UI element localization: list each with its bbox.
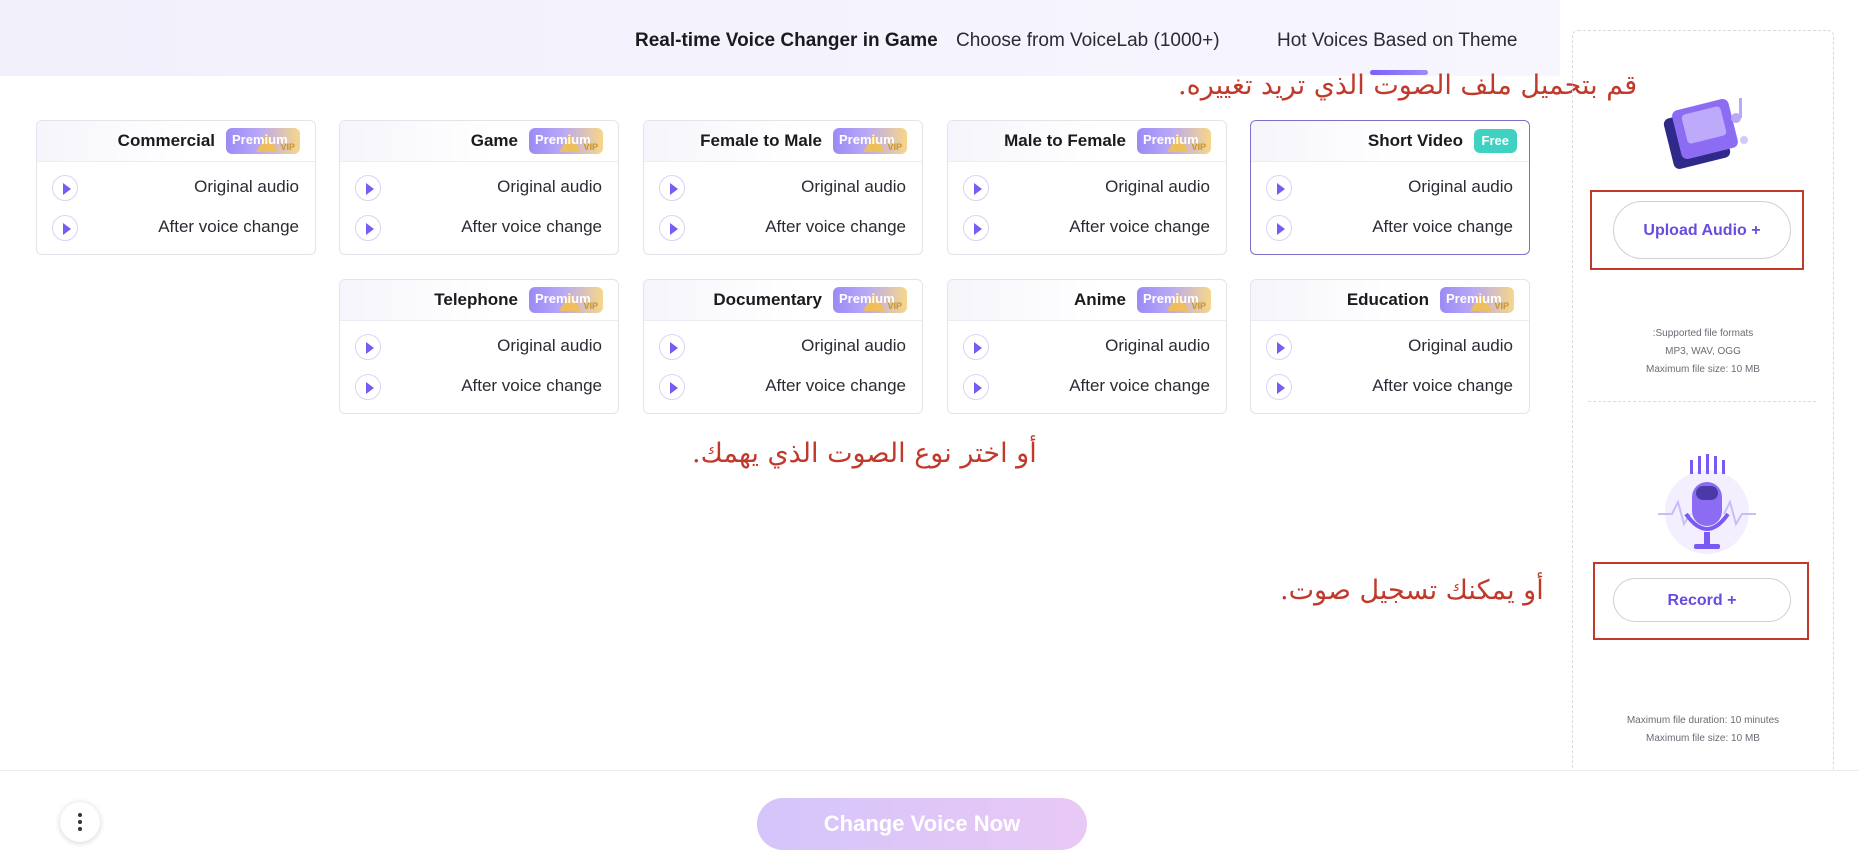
original-audio-row[interactable]: Original audio (644, 330, 922, 364)
original-audio-row[interactable]: Original audio (37, 171, 315, 205)
play-icon[interactable] (355, 334, 381, 360)
play-icon[interactable] (1266, 215, 1292, 241)
card-title: Commercial (117, 131, 215, 150)
voice-card-education[interactable]: Education Premium VIP Original audio Afte… (1250, 279, 1530, 414)
tab-hot-voices[interactable]: Hot Voices Based on Theme (1277, 30, 1517, 52)
audio-file-icon (1663, 98, 1748, 169)
tab-realtime-voice-changer[interactable]: Real-time Voice Changer in Game (635, 30, 938, 52)
after-change-row[interactable]: After voice change (1251, 370, 1529, 404)
card-title: Anime (1074, 290, 1126, 309)
premium-badge: Premium VIP (1137, 287, 1211, 313)
play-icon[interactable] (963, 215, 989, 241)
play-icon[interactable] (1266, 374, 1292, 400)
premium-badge: Premium VIP (529, 287, 603, 313)
annotation-choose-hint: أو اختر نوع الصوت الذي يهمك. (692, 438, 1037, 469)
card-header: Female to Male Premium VIP (644, 121, 922, 162)
annotation-record-hint: أو يمكنك تسجيل صوت. (1280, 575, 1544, 606)
card-title: Documentary (713, 290, 822, 309)
voice-card-documentary[interactable]: Documentary Premium VIP Original audio Af… (643, 279, 923, 414)
premium-badge: Premium VIP (1440, 287, 1514, 313)
card-title: Male to Female (1004, 131, 1126, 150)
voice-card-telephone[interactable]: Telephone Premium VIP Original audio Afte… (339, 279, 619, 414)
after-change-row[interactable]: After voice change (37, 211, 315, 245)
original-audio-row[interactable]: Original audio (644, 171, 922, 205)
premium-badge: Premium VIP (226, 128, 300, 154)
play-icon[interactable] (52, 215, 78, 241)
after-change-row[interactable]: After voice change (948, 370, 1226, 404)
voice-card-commercial[interactable]: Commercial Premium VIP Original audio Aft… (36, 120, 316, 255)
card-header: Game Premium VIP (340, 121, 618, 162)
play-icon[interactable] (355, 374, 381, 400)
play-icon[interactable] (659, 374, 685, 400)
after-change-row[interactable]: After voice change (644, 370, 922, 404)
tab-bar: Real-time Voice Changer in Game Choose f… (0, 30, 1560, 60)
play-icon[interactable] (355, 175, 381, 201)
original-audio-row[interactable]: Original audio (340, 330, 618, 364)
after-change-row[interactable]: After voice change (340, 370, 618, 404)
play-icon[interactable] (355, 215, 381, 241)
card-header: Telephone Premium VIP (340, 280, 618, 321)
play-icon[interactable] (963, 175, 989, 201)
play-icon[interactable] (659, 175, 685, 201)
play-icon[interactable] (659, 334, 685, 360)
voice-card-female-to-male[interactable]: Female to Male Premium VIP Original audio… (643, 120, 923, 255)
play-icon[interactable] (659, 215, 685, 241)
premium-badge: Premium VIP (833, 128, 907, 154)
record-button[interactable]: Record + (1613, 578, 1791, 622)
voice-card-anime[interactable]: Anime Premium VIP Original audio After vo… (947, 279, 1227, 414)
after-change-row[interactable]: After voice change (340, 211, 618, 245)
voice-card-game[interactable]: Game Premium VIP Original audio After voi… (339, 120, 619, 255)
play-icon[interactable] (52, 175, 78, 201)
card-title: Short Video (1367, 131, 1463, 150)
play-icon[interactable] (1266, 175, 1292, 201)
after-change-row[interactable]: After voice change (948, 211, 1226, 245)
microphone-icon (1658, 454, 1756, 554)
upload-audio-button[interactable]: Upload Audio + (1613, 201, 1791, 259)
after-change-row[interactable]: After voice change (644, 211, 922, 245)
card-header: Male to Female Premium VIP (948, 121, 1226, 162)
card-header: Anime Premium VIP (948, 280, 1226, 321)
card-header: Education Premium VIP (1251, 280, 1529, 321)
upload-file-info: :Supported file formats MP3, WAV, OGG Ma… (1646, 328, 1760, 375)
play-icon[interactable] (1266, 334, 1292, 360)
card-title: Telephone (434, 290, 518, 309)
premium-badge: Premium VIP (833, 287, 907, 313)
record-file-info: Maximum file duration: 10 minutes Maximu… (1626, 715, 1780, 744)
after-change-row[interactable]: After voice change (1251, 211, 1529, 245)
card-header: Commercial Premium VIP (37, 121, 315, 162)
voice-card-short-video[interactable]: Short Video Free Original audio After vo… (1250, 120, 1530, 255)
annotation-upload-hint: قم بتحميل ملف الصوت الذي تريد تغييره. (1178, 70, 1638, 101)
original-audio-row[interactable]: Original audio (948, 330, 1226, 364)
change-voice-now-button[interactable]: Change Voice Now (757, 798, 1087, 850)
more-options-button[interactable] (60, 802, 100, 842)
card-title: Game (470, 131, 518, 150)
original-audio-row[interactable]: Original audio (1251, 171, 1529, 205)
play-icon[interactable] (963, 374, 989, 400)
premium-badge: Premium VIP (1137, 128, 1211, 154)
card-header: Short Video Free (1251, 121, 1529, 162)
play-icon[interactable] (963, 334, 989, 360)
card-header: Documentary Premium VIP (644, 280, 922, 321)
card-title: Education (1346, 290, 1429, 309)
panel-divider (1588, 401, 1816, 402)
original-audio-row[interactable]: Original audio (948, 171, 1226, 205)
free-badge: Free (1473, 129, 1517, 153)
original-audio-row[interactable]: Original audio (1251, 330, 1529, 364)
original-audio-row[interactable]: Original audio (340, 171, 618, 205)
premium-badge: Premium VIP (529, 128, 603, 154)
more-dots-icon (78, 813, 82, 817)
voice-card-male-to-female[interactable]: Male to Female Premium VIP Original audio… (947, 120, 1227, 255)
card-title: Female to Male (700, 131, 822, 150)
tab-voicelab[interactable]: Choose from VoiceLab (1000+) (956, 30, 1220, 52)
